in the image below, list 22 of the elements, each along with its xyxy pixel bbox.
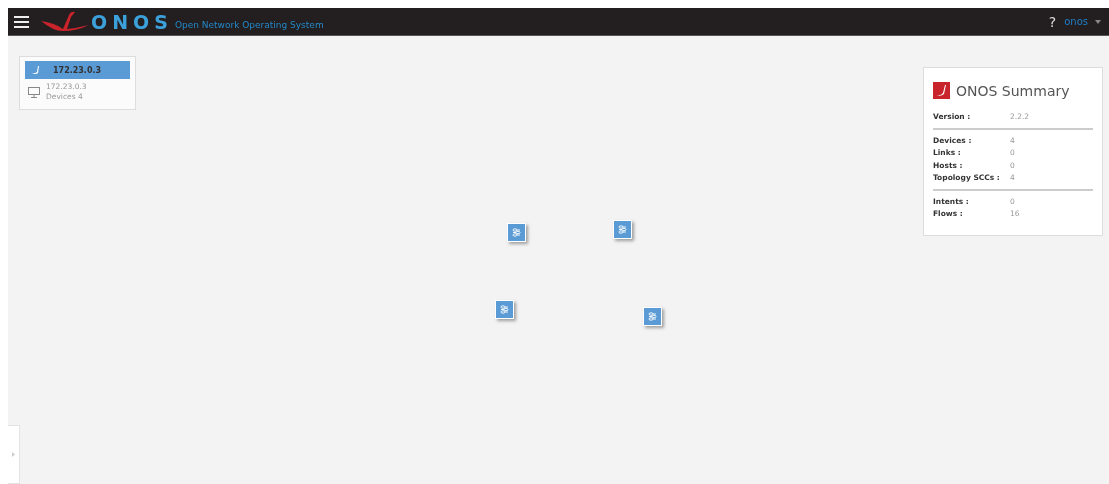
bird-logo-icon — [41, 10, 89, 33]
device-node[interactable] — [643, 307, 662, 326]
switch-icon — [499, 304, 510, 315]
device-node[interactable] — [507, 223, 526, 242]
instance-title-bar[interactable]: 172.23.0.3 — [25, 61, 130, 79]
bird-logo-icon — [933, 82, 950, 99]
summary-title: ONOS Summary — [956, 82, 1070, 99]
switch-icon — [511, 227, 522, 238]
device-node[interactable] — [613, 220, 632, 239]
app-subtitle: Open Network Operating System — [174, 19, 324, 30]
instance-title: 172.23.0.3 — [53, 65, 102, 75]
expand-arrow-icon[interactable] — [12, 452, 15, 457]
logo-text: ONOS — [91, 10, 173, 33]
device-node[interactable] — [495, 300, 514, 319]
caret-icon[interactable] — [1095, 19, 1101, 24]
switch-icon — [617, 224, 628, 235]
switch-icon — [647, 311, 658, 322]
help-button[interactable]: ? — [1048, 13, 1057, 30]
user-menu[interactable]: onos — [1064, 16, 1088, 27]
menu-icon[interactable] — [14, 15, 29, 28]
bird-icon — [31, 65, 41, 75]
monitor-icon — [28, 86, 40, 98]
